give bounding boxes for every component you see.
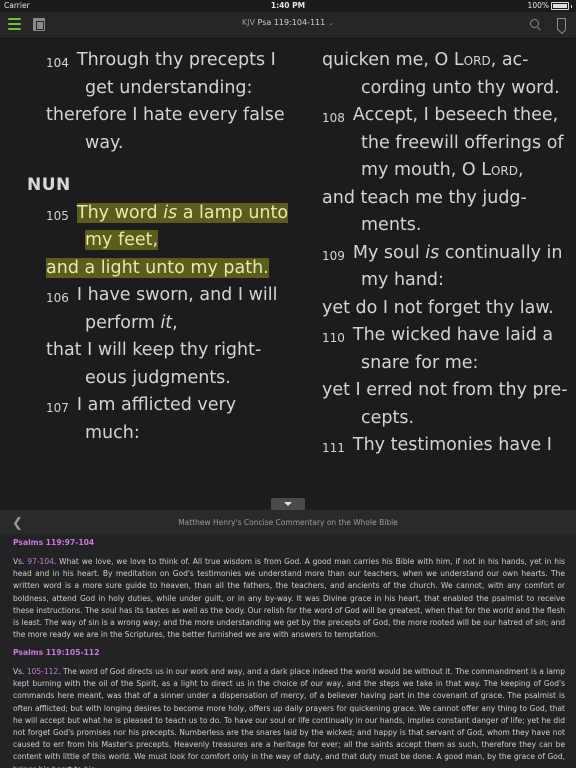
verse-line: my feet, <box>46 227 296 255</box>
verse-109[interactable]: 109 My soul is continually in <box>322 240 572 268</box>
bookmark-icon[interactable] <box>557 18 566 30</box>
verse-line: and a light unto my path. <box>46 255 296 283</box>
status-bar: Carrier 1:40 PM 100% <box>0 0 576 12</box>
verse-110[interactable]: 110 The wicked have laid a <box>322 322 572 350</box>
verse-number: 110 <box>322 331 345 345</box>
section-title-link[interactable]: Psalms 119:105-112 <box>13 648 565 657</box>
verse-line: ments. <box>361 215 422 235</box>
verse-line: cording unto thy word. <box>361 77 560 98</box>
verse-line: get understanding: <box>85 77 253 98</box>
battery-indicator: 100% <box>528 0 572 12</box>
verse-range-link[interactable]: 97-104 <box>27 557 54 566</box>
highlighted-text: and a light unto my path. <box>46 257 269 278</box>
highlighted-text: Thy word is a lamp unto <box>76 202 289 223</box>
verse-number: 105 <box>46 208 69 223</box>
verse-106[interactable]: 106 I have sworn, and I will <box>46 282 296 310</box>
verse-text: Thy testimonies have I <box>352 435 552 455</box>
verse-107[interactable]: 107 I am afflicted very <box>46 392 296 420</box>
commentary-section: Psalms 119:105-112 Vs. 105-112. The word… <box>13 648 565 768</box>
highlighted-text: my feet, <box>85 230 159 250</box>
commentary-section: Psalms 119:97-104 Vs. 97-104. What we lo… <box>13 538 565 641</box>
verse-line: yet I erred not from thy pre- <box>322 380 568 400</box>
verse-line: perform it, <box>85 312 178 333</box>
section-title-link[interactable]: Psalms 119:97-104 <box>13 538 565 547</box>
verse-text: Accept, I beseech thee, <box>352 105 559 125</box>
verse-line: therefore I hate every false <box>46 105 285 125</box>
verse-108[interactable]: 108 Accept, I beseech thee, <box>322 102 572 130</box>
toolbar: KJV Psa 119:104-111 ⌄ <box>0 12 576 39</box>
verse-line: cepts. <box>361 407 415 428</box>
reference-label: Psa 119:104-111 <box>257 18 326 27</box>
verse-text: The wicked have laid a <box>352 325 554 345</box>
verse-text: I have sworn, and I will <box>76 285 278 305</box>
verse-line: eous judgments. <box>85 367 231 388</box>
commentary-paragraph: Vs. 97-104. What we love, we love to thi… <box>13 557 565 640</box>
verse-line: my mouth, O Lord, <box>361 160 524 180</box>
verse-line: quicken me, O Lord, ac- <box>322 50 529 70</box>
commentary-title: Matthew Henry's Concise Commentary on th… <box>178 518 398 527</box>
verse-line: way. <box>85 132 124 153</box>
verse-line: that I will keep thy right- <box>46 340 262 360</box>
verse-104[interactable]: 104 Through thy precepts I <box>46 47 296 75</box>
verse-number: 106 <box>46 291 69 305</box>
verse-text: Through thy precepts I <box>76 50 276 70</box>
verse-line: and teach me thy judg- <box>322 187 527 208</box>
verse-number: 108 <box>322 111 345 125</box>
commentary-pane[interactable]: Psalms 119:97-104 Vs. 97-104. What we lo… <box>0 534 576 768</box>
verse-line: my hand: <box>361 270 444 290</box>
battery-cap-icon <box>571 4 572 8</box>
search-icon[interactable] <box>530 19 539 28</box>
verse-number: 111 <box>322 441 345 455</box>
battery-percent: 100% <box>527 1 549 10</box>
commentary-paragraph: Vs. 105-112. The word of God directs us … <box>13 667 565 768</box>
verse-number: 107 <box>46 401 69 415</box>
chevron-down-icon: ⌄ <box>328 19 335 27</box>
commentary-header: ❮ Matthew Henry's Concise Commentary on … <box>0 510 576 534</box>
verse-line: yet do I not forget thy law. <box>322 297 554 318</box>
text-column-right: quicken me, O Lord, ac- cording unto thy… <box>322 47 572 460</box>
verse-line: much: <box>85 422 140 443</box>
battery-icon <box>551 2 569 10</box>
verse-number: 104 <box>46 56 69 70</box>
text-column-left: 104 Through thy precepts I get understand… <box>27 47 296 447</box>
bible-text-pane[interactable]: 104 Through thy precepts I get understand… <box>0 39 576 507</box>
section-heading: NUN <box>27 175 71 195</box>
verse-line: the freewill offerings of <box>361 132 564 153</box>
version-label: KJV <box>241 18 255 27</box>
verse-number: 109 <box>322 248 345 263</box>
collapse-panel-button[interactable] <box>271 498 305 510</box>
passage-selector[interactable]: KJV Psa 119:104-111 ⌄ <box>0 18 576 27</box>
verse-111[interactable]: 111 Thy testimonies have I <box>322 432 572 460</box>
status-time: 1:40 PM <box>270 1 306 10</box>
verse-text: I am afflicted very <box>76 395 237 415</box>
verse-range-link[interactable]: 105-112 <box>27 667 58 676</box>
verse-line: snare for me: <box>361 352 479 373</box>
verse-105[interactable]: 105 Thy word is a lamp unto <box>46 200 296 228</box>
